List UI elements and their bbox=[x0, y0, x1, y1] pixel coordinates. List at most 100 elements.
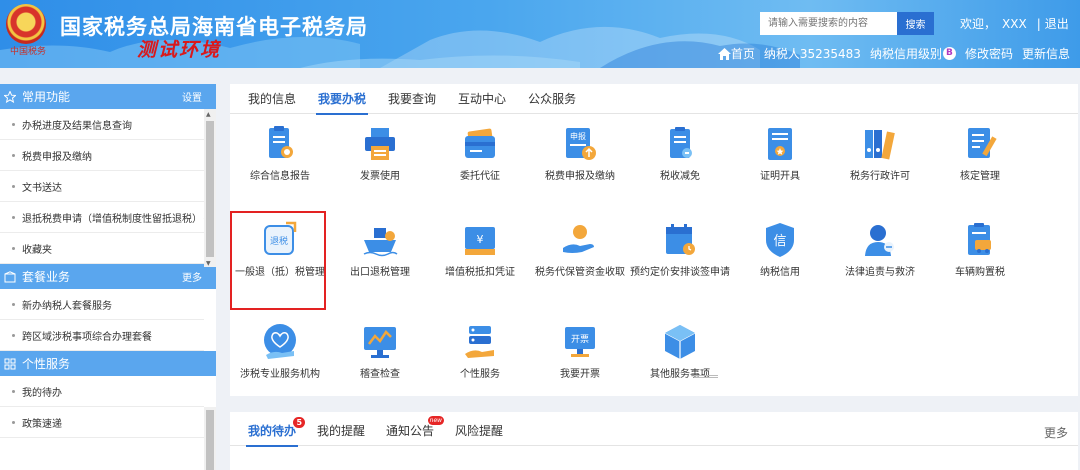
sidebar-item[interactable]: 政策速递 bbox=[0, 407, 204, 438]
service-item[interactable]: 其他服务事项 bbox=[630, 322, 730, 381]
monitor-chart-icon bbox=[364, 327, 396, 358]
sidebar-item[interactable]: 税费申报及缴纳 bbox=[0, 140, 204, 171]
separator: | bbox=[1036, 17, 1041, 31]
tab-public-service[interactable]: 公众服务 bbox=[528, 84, 576, 114]
scrollbar-thumb[interactable] bbox=[206, 121, 214, 257]
sidebar: 常用功能 设置 办税进度及结果信息查询 税费申报及缴纳 文书送达 退抵税费申请（… bbox=[0, 84, 216, 470]
service-item[interactable]: 税务行政许可 bbox=[830, 124, 930, 183]
voucher-icon-text: ¥ bbox=[477, 233, 484, 246]
report-icon bbox=[269, 126, 293, 158]
logout-link[interactable]: 退出 bbox=[1045, 17, 1069, 31]
service-item[interactable]: 信 纳税信用 bbox=[730, 220, 830, 279]
service-item[interactable]: 证明开具 bbox=[730, 124, 830, 183]
credit-level[interactable]: 纳税信用级别 B bbox=[870, 45, 956, 62]
home-label: 首页 bbox=[730, 47, 755, 61]
vehicle-tax-icon bbox=[968, 223, 991, 255]
credit-level-badge: B bbox=[942, 47, 956, 60]
sidebar-item[interactable]: 收藏夹 bbox=[0, 233, 204, 264]
todo-count-badge: 5 bbox=[293, 417, 306, 428]
sidebar-item[interactable]: 我的待办 bbox=[0, 376, 204, 407]
service-item[interactable]: 税务代保管资金收取 bbox=[530, 220, 630, 279]
star-icon bbox=[4, 90, 16, 103]
tab-label: 我的待办 bbox=[248, 424, 297, 438]
service-item[interactable]: 法律追责与救济 bbox=[830, 220, 930, 279]
wallet-icon bbox=[465, 128, 495, 158]
sidebar-item[interactable]: 新办纳税人套餐服务 bbox=[0, 289, 204, 320]
service-label: 涉税专业服务机构 bbox=[240, 369, 320, 380]
service-label: 纳税信用 bbox=[760, 267, 800, 278]
tab-interaction[interactable]: 互动中心 bbox=[458, 84, 506, 114]
service-item[interactable]: 涉税专业服务机构 bbox=[230, 322, 330, 381]
service-label: 增值税抵扣凭证 bbox=[445, 267, 515, 278]
sidebar-section-common[interactable]: 常用功能 设置 bbox=[0, 84, 216, 109]
scrollbar-thumb[interactable] bbox=[206, 410, 214, 470]
declare-icon-text: 申报 bbox=[570, 131, 586, 141]
tab-notice[interactable]: 通知公告 new bbox=[386, 412, 445, 446]
credit-level-label: 纳税信用级别 bbox=[869, 47, 942, 61]
service-item[interactable]: 综合信息报告 bbox=[230, 124, 330, 183]
sidebar-section-personal[interactable]: 个性服务 bbox=[0, 351, 216, 376]
service-label: 预约定价安排谈签申请 bbox=[630, 267, 730, 278]
service-label: 个性服务 bbox=[460, 369, 500, 380]
sidebar-item[interactable]: 办税进度及结果信息查询 bbox=[0, 109, 204, 140]
sidebar-section-title: 常用功能 bbox=[22, 90, 71, 104]
service-item[interactable]: 税收减免 bbox=[630, 124, 730, 183]
tab-risk-alert[interactable]: 风险提醒 bbox=[455, 412, 503, 446]
sidebar-section-title: 个性服务 bbox=[22, 357, 71, 371]
service-item[interactable]: 申报 税费申报及缴纳 bbox=[530, 124, 630, 183]
service-label: 车辆购置税 bbox=[955, 267, 1005, 278]
more-link[interactable]: 更多 bbox=[182, 269, 202, 284]
welcome-text: 欢迎， bbox=[960, 17, 997, 31]
service-label: 证明开具 bbox=[760, 171, 800, 182]
ship-icon bbox=[363, 228, 398, 257]
service-panel: 我的信息 我要办税 我要查询 互动中心 公众服务 综合信息报告 发票使用 委托代… bbox=[230, 84, 1078, 396]
search-input[interactable] bbox=[760, 12, 897, 35]
tax-relief-icon bbox=[670, 127, 692, 158]
site-header: 中国税务 国家税务总局海南省电子税务局 测试环境 搜索 欢迎，XXX|退出 首页… bbox=[0, 0, 1080, 68]
service-item[interactable]: 委托代征 bbox=[430, 124, 530, 183]
environment-tag: 测试环境 bbox=[137, 39, 222, 61]
binders-icon bbox=[865, 130, 895, 160]
printer-icon bbox=[365, 128, 395, 160]
invoice-icon: 开票 bbox=[565, 327, 595, 357]
change-password-link[interactable]: 修改密码 bbox=[965, 45, 1013, 62]
declare-icon: 申报 bbox=[566, 128, 596, 160]
sidebar-item[interactable]: 退抵税费申请（增值税制度性留抵退税）（... bbox=[0, 202, 204, 233]
sidebar-item[interactable]: 文书送达 bbox=[0, 171, 204, 202]
tab-my-reminder[interactable]: 我的提醒 bbox=[317, 412, 365, 446]
credit-shield-icon-text: 信 bbox=[773, 234, 786, 249]
more-link[interactable]: 更多 bbox=[1044, 424, 1068, 441]
scroll-up-icon[interactable]: ▲ bbox=[206, 111, 211, 118]
service-item[interactable]: 开票 我要开票 bbox=[530, 322, 630, 381]
service-item[interactable]: 预约定价安排谈签申请 bbox=[630, 220, 730, 279]
update-info-link[interactable]: 更新信息 bbox=[1022, 45, 1070, 62]
service-item[interactable]: 核定管理 bbox=[930, 124, 1030, 183]
taxpayer-id: 纳税人35235483 bbox=[763, 47, 861, 61]
box-icon bbox=[664, 325, 696, 359]
service-label: 税务代保管资金收取 bbox=[535, 267, 625, 278]
tab-label: 通知公告 bbox=[386, 424, 435, 438]
service-label: 我要开票 bbox=[560, 369, 600, 380]
service-item[interactable]: 个性服务 bbox=[430, 322, 530, 381]
tab-my-todo[interactable]: 我的待办 5 bbox=[245, 412, 306, 447]
home-link[interactable]: 首页 bbox=[717, 45, 755, 62]
tab-query[interactable]: 我要查询 bbox=[388, 84, 436, 114]
service-item[interactable]: 车辆购置税 bbox=[930, 220, 1030, 279]
service-label: 稽查检查 bbox=[360, 369, 400, 380]
sidebar-section-title: 套餐业务 bbox=[22, 270, 71, 284]
user-name[interactable]: XXX bbox=[1002, 17, 1027, 31]
search-button[interactable]: 搜索 bbox=[897, 12, 934, 35]
service-item[interactable]: 稽查检查 bbox=[330, 322, 430, 381]
service-label: 税费申报及缴纳 bbox=[545, 171, 615, 182]
service-item[interactable]: 发票使用 bbox=[330, 124, 430, 183]
sidebar-section-package[interactable]: 套餐业务 更多 bbox=[0, 264, 216, 289]
scroll-down-icon[interactable]: ▼ bbox=[206, 260, 211, 267]
service-item[interactable]: 出口退税管理 bbox=[330, 220, 430, 279]
service-item[interactable]: ¥ 增值税抵扣凭证 bbox=[430, 220, 530, 279]
tab-tax-handling[interactable]: 我要办税 bbox=[316, 84, 369, 115]
service-label: 委托代征 bbox=[460, 171, 500, 182]
sidebar-item[interactable]: 跨区域涉税事项综合办理套餐 bbox=[0, 320, 204, 351]
todo-panel: 我的待办 5 我的提醒 通知公告 new 风险提醒 更多 bbox=[230, 412, 1078, 470]
settings-link[interactable]: 设置 bbox=[182, 89, 202, 104]
tab-my-info[interactable]: 我的信息 bbox=[248, 84, 296, 114]
